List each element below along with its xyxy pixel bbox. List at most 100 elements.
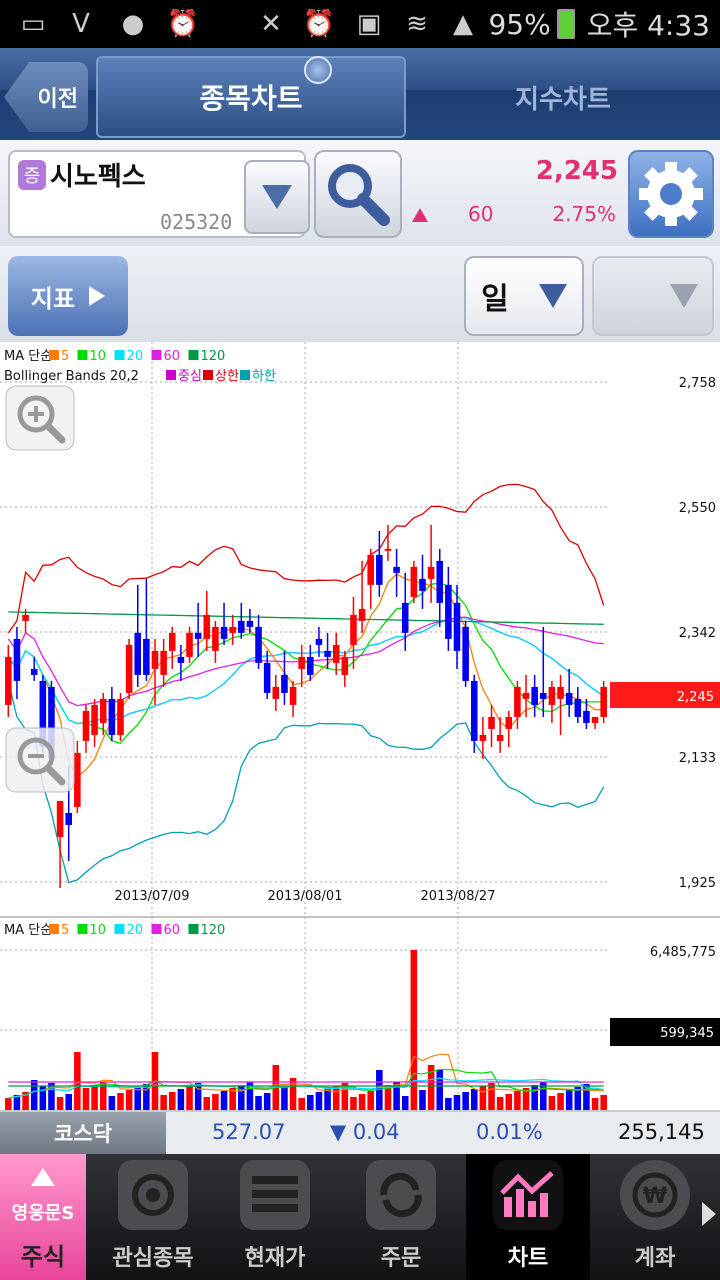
volume-bar: [496, 1097, 504, 1110]
indicator-button[interactable]: 지표: [8, 256, 128, 336]
v3-app-icon: V: [72, 9, 90, 39]
nav-label-chart: 차트: [507, 1246, 549, 1271]
y-tick-label: 2,342: [679, 626, 716, 641]
bottom-nav: 영웅문S 주식 관심종목 현재가 주문 차트 ₩ 계좌: [0, 1154, 720, 1280]
candle-body: [307, 656, 314, 675]
period-select[interactable]: 일: [464, 256, 584, 336]
candle-body: [65, 812, 72, 825]
candle-body: [194, 632, 202, 639]
volume-bar: [82, 1088, 90, 1110]
zoom-out-button[interactable]: [5, 727, 75, 793]
x-tick-label: 2013/07/09: [115, 889, 190, 904]
nav-item-current-price[interactable]: 현재가: [212, 1154, 338, 1280]
legend-label: 10: [90, 349, 107, 364]
back-label: 이전: [37, 87, 78, 112]
stock-selector[interactable]: 증 시노펙스 025320: [8, 150, 310, 238]
nav-item-stock[interactable]: 영웅문S 주식: [0, 1154, 86, 1280]
x-tick-label: 2013/08/27: [421, 889, 496, 904]
lock-coin-icon: ●: [121, 9, 145, 39]
volume-bar: [367, 1091, 374, 1110]
legend-label: 10: [90, 923, 107, 938]
candle-body: [350, 614, 357, 645]
tab-stock-chart[interactable]: 종목차트: [96, 56, 406, 138]
nav-item-chart[interactable]: 차트: [466, 1154, 590, 1280]
status-bar: ▭ V ● ⏰ ✕ ⏰ ▣ ≋ ▲ 95% 오후 4:33: [0, 0, 720, 48]
tab-index-chart[interactable]: 지수차트: [410, 56, 716, 138]
search-icon: [328, 164, 390, 226]
stock-code: 025320: [160, 210, 233, 234]
volume-bar: [445, 1098, 452, 1110]
volume-bar: [91, 1085, 98, 1110]
zoom-in-button[interactable]: [5, 385, 75, 451]
y-tick-label: 2,133: [679, 751, 716, 766]
back-button[interactable]: 이전: [4, 62, 88, 132]
settings-button[interactable]: [628, 150, 714, 238]
volume-bar: [108, 1096, 116, 1110]
candle-body: [540, 692, 547, 699]
volume-bar: [358, 1094, 366, 1110]
legend-swatch: [49, 350, 59, 360]
tab-index-label: 지수차트: [515, 84, 611, 115]
candle-body: [186, 632, 193, 657]
candle-body: [203, 614, 211, 639]
volume-bar: [5, 1098, 12, 1110]
legend-label: 하한: [252, 369, 276, 384]
nav-scroll-right-icon[interactable]: [702, 1202, 716, 1230]
candle-body: [22, 614, 29, 621]
index-name: 코스닥: [0, 1112, 166, 1154]
volume-bar: [255, 1096, 262, 1110]
legend-swatch: [240, 370, 250, 380]
candle-body: [410, 566, 418, 597]
price-panel: [0, 342, 720, 917]
volume-bar: [168, 1092, 176, 1110]
volume-bar: [565, 1090, 573, 1110]
candle-body: [255, 626, 262, 663]
candle-body: [522, 692, 530, 699]
nav-label-account: 계좌: [634, 1246, 676, 1271]
candle-body: [177, 656, 185, 663]
candle-body: [125, 644, 133, 693]
volume-bar: [324, 1089, 331, 1110]
candle-body: [281, 674, 288, 693]
volume-max-label: 6,485,775: [650, 945, 716, 960]
legend-swatch: [114, 350, 125, 360]
secondary-select[interactable]: [592, 256, 714, 336]
candle-body: [479, 734, 487, 741]
candle-body: [565, 692, 573, 705]
period-value: 일: [481, 282, 509, 317]
candle-body: [591, 716, 599, 723]
volume-bar: [117, 1093, 124, 1110]
price-change: 60: [468, 202, 494, 226]
top-nav: 이전 종목차트 지수차트: [0, 48, 720, 140]
legend-swatch: [188, 350, 199, 360]
nav-item-account[interactable]: ₩ 계좌: [592, 1154, 718, 1280]
legend-swatch: [77, 924, 88, 934]
market-index-bar[interactable]: 코스닥 527.07 ▼ 0.04 0.01% 255,145: [0, 1110, 720, 1154]
nav-item-watchlist[interactable]: 관심종목: [90, 1154, 216, 1280]
legend-swatch: [49, 924, 59, 934]
volume-bar: [505, 1094, 513, 1110]
volume-bar: [186, 1086, 193, 1110]
legend-swatch: [188, 924, 199, 934]
chevron-down-icon: [262, 185, 292, 209]
volume-ma-legend: MA 단순 5 10 20 60 120: [4, 923, 225, 938]
legend-swatch: [166, 370, 176, 380]
volume-bar: [315, 1092, 323, 1110]
stock-dropdown-button[interactable]: [244, 160, 310, 234]
legend-label: 60: [164, 923, 181, 938]
legend-title: MA 단순: [4, 923, 52, 938]
y-tick-label: 2,758: [679, 376, 716, 391]
volume-bar: [263, 1093, 271, 1110]
candle-body: [376, 554, 383, 585]
search-button[interactable]: [314, 150, 402, 238]
legend-label: 60: [164, 349, 181, 364]
nav-item-order[interactable]: 주문: [338, 1154, 464, 1280]
stock-chart[interactable]: MA 단순 5 10 20 60 120 Bollinger Bands 20,2 중심 상한…: [0, 342, 720, 1110]
play-arrow-icon: [89, 286, 106, 306]
candle-body: [160, 650, 167, 675]
candle-body: [574, 698, 582, 717]
volume-bar: [134, 1087, 142, 1110]
legend-label: 5: [61, 923, 69, 938]
index-change-percent: 0.01%: [476, 1120, 543, 1144]
candle-body: [238, 620, 245, 633]
